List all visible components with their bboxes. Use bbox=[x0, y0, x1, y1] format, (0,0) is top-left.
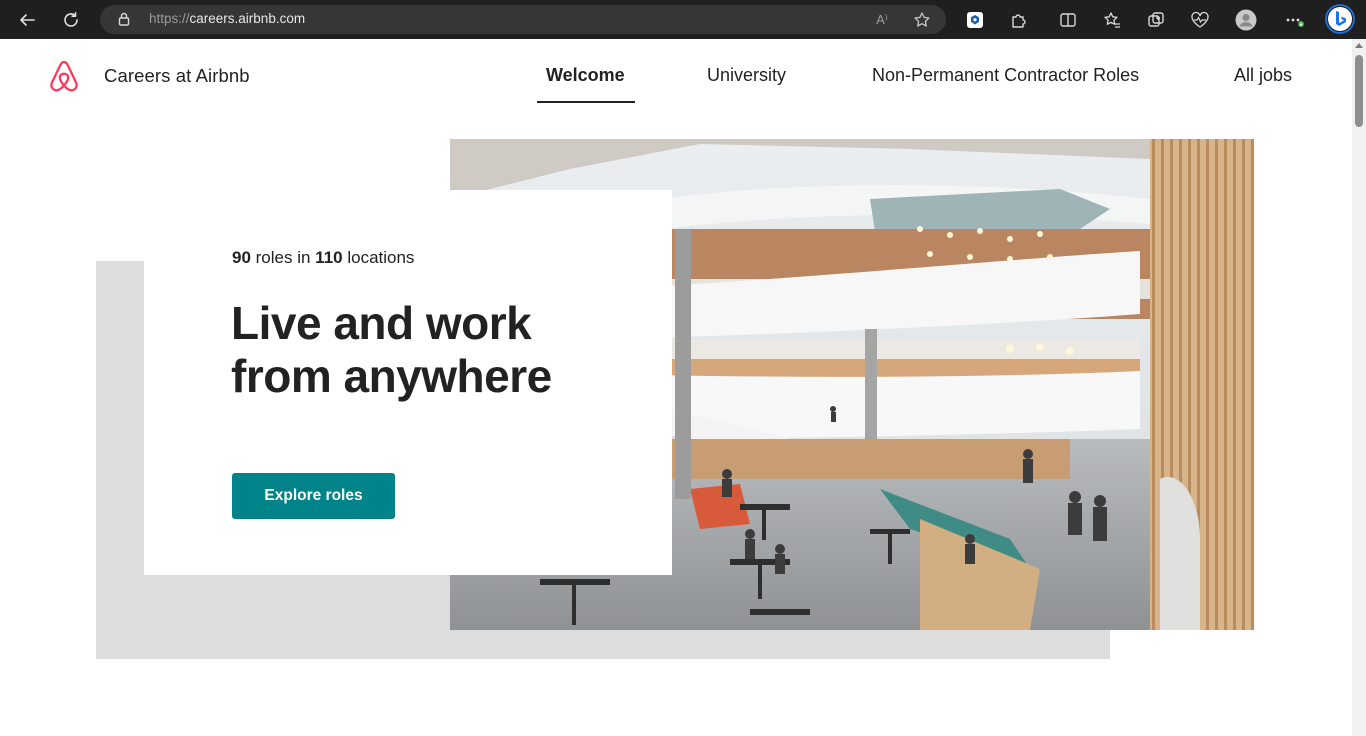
url-text[interactable]: https://careers.airbnb.com bbox=[149, 11, 305, 26]
hero-card: 90 roles in 110 locations Live and work … bbox=[144, 190, 672, 575]
nav-welcome[interactable]: Welcome bbox=[546, 65, 625, 86]
roles-text: roles in bbox=[250, 248, 316, 267]
star-icon bbox=[914, 12, 930, 27]
lock-icon[interactable] bbox=[116, 11, 132, 27]
split-screen-button[interactable] bbox=[1056, 8, 1080, 32]
collections-icon bbox=[1148, 12, 1164, 27]
brand-title[interactable]: Careers at Airbnb bbox=[104, 65, 250, 87]
address-bar[interactable]: https://careers.airbnb.com A⁾ bbox=[100, 5, 946, 34]
read-aloud-button[interactable]: A⁾ bbox=[872, 10, 892, 30]
split-screen-icon bbox=[1060, 13, 1076, 27]
roles-locations-count: 90 roles in 110 locations bbox=[232, 248, 414, 268]
hero-title: Live and work from anywhere bbox=[231, 297, 651, 403]
favorites-button[interactable] bbox=[1100, 8, 1124, 32]
read-aloud-icon: A⁾ bbox=[876, 12, 888, 27]
scrollbar-thumb[interactable] bbox=[1355, 55, 1363, 127]
avatar-icon bbox=[1235, 9, 1257, 31]
favorite-button[interactable] bbox=[912, 10, 932, 30]
url-host: careers.airbnb.com bbox=[189, 11, 306, 26]
profile-button[interactable] bbox=[1234, 8, 1258, 32]
more-dots-icon bbox=[1286, 18, 1304, 27]
extension-shield-icon bbox=[967, 12, 983, 28]
extensions-button[interactable] bbox=[1007, 8, 1031, 32]
puzzle-icon bbox=[1012, 14, 1026, 28]
favorites-star-list-icon bbox=[1104, 12, 1120, 28]
hero-title-line-2: from anywhere bbox=[231, 350, 552, 402]
back-arrow-icon bbox=[20, 14, 35, 26]
nav-all-jobs[interactable]: All jobs bbox=[1234, 65, 1292, 86]
heart-pulse-icon bbox=[1191, 11, 1209, 28]
nav-contractor-roles[interactable]: Non-Permanent Contractor Roles bbox=[872, 65, 1139, 86]
settings-menu-button[interactable] bbox=[1283, 8, 1307, 32]
hero-title-line-1: Live and work bbox=[231, 297, 532, 349]
bing-copilot-icon bbox=[1325, 4, 1355, 34]
locations-text: locations bbox=[342, 248, 415, 267]
refresh-icon bbox=[64, 12, 78, 27]
explore-roles-button[interactable]: Explore roles bbox=[232, 473, 395, 519]
collections-button[interactable] bbox=[1144, 8, 1168, 32]
locations-count: 110 bbox=[315, 248, 343, 267]
airbnb-logo-icon[interactable] bbox=[47, 58, 81, 94]
copilot-button[interactable] bbox=[1325, 4, 1355, 34]
extension-button[interactable] bbox=[963, 8, 987, 32]
roles-count: 90 bbox=[232, 248, 251, 267]
careers-page: Careers at Airbnb Welcome University Non… bbox=[0, 39, 1352, 736]
browser-essentials-button[interactable] bbox=[1188, 8, 1212, 32]
page-scrollbar[interactable] bbox=[1352, 39, 1366, 736]
nav-active-indicator bbox=[537, 101, 635, 103]
browser-toolbar: https://careers.airbnb.com A⁾ bbox=[0, 0, 1366, 39]
nav-university[interactable]: University bbox=[707, 65, 786, 86]
url-protocol: https:// bbox=[149, 11, 190, 26]
back-button[interactable] bbox=[13, 6, 41, 34]
scroll-up-arrow-icon[interactable] bbox=[1355, 43, 1363, 48]
refresh-button[interactable] bbox=[57, 6, 85, 34]
